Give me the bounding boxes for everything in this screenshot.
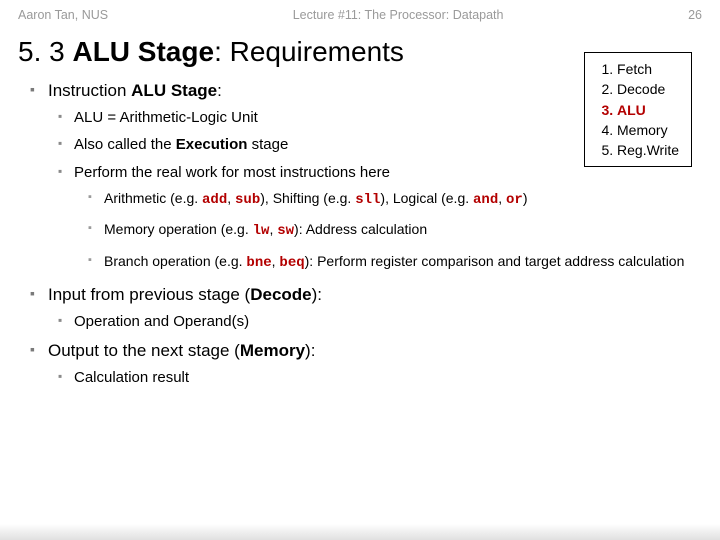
bullet-list-top: Instruction ALU Stage: ALU = Arithmetic-… bbox=[30, 80, 690, 388]
code-and: and bbox=[473, 192, 498, 208]
slide-body: Instruction ALU Stage: ALU = Arithmetic-… bbox=[0, 72, 720, 388]
code-sub: sub bbox=[235, 192, 260, 208]
subsub-branch-op: Branch operation (e.g. bne, beq): Perfor… bbox=[88, 252, 690, 274]
sub-alu-def: ALU = Arithmetic-Logic Unit bbox=[58, 108, 690, 128]
code-bne: bne bbox=[246, 255, 271, 271]
bullet-input-prev-stage: Input from previous stage (Decode): Oper… bbox=[30, 284, 690, 332]
sub-list-alu: ALU = Arithmetic-Logic Unit Also called … bbox=[48, 108, 690, 274]
code-sw: sw bbox=[277, 223, 294, 239]
header-lecture-title: Lecture #11: The Processor: Datapath bbox=[108, 8, 688, 22]
sub-operation-operands: Operation and Operand(s) bbox=[58, 312, 690, 332]
subsub-memory-op: Memory operation (e.g. lw, sw): Address … bbox=[88, 220, 690, 242]
code-beq: beq bbox=[279, 255, 304, 271]
title-prefix: 5. 3 bbox=[18, 36, 72, 67]
bullet-output-next-stage: Output to the next stage (Memory): Calcu… bbox=[30, 340, 690, 388]
header-page-number: 26 bbox=[688, 8, 702, 22]
slide-header: Aaron Tan, NUS Lecture #11: The Processo… bbox=[0, 0, 720, 26]
sub-list-output: Calculation result bbox=[48, 368, 690, 388]
bottom-shadow bbox=[0, 524, 720, 540]
code-add: add bbox=[202, 192, 227, 208]
bullet-instruction-alu-stage: Instruction ALU Stage: ALU = Arithmetic-… bbox=[30, 80, 690, 274]
sub-execution-stage: Also called the Execution stage bbox=[58, 135, 690, 155]
subsub-arithmetic: Arithmetic (e.g. add, sub), Shifting (e.… bbox=[88, 189, 690, 211]
code-lw: lw bbox=[253, 223, 270, 239]
sub-calc-result: Calculation result bbox=[58, 368, 690, 388]
stage-fetch: Fetch bbox=[617, 59, 679, 79]
title-suffix: : Requirements bbox=[214, 36, 404, 67]
slide: Aaron Tan, NUS Lecture #11: The Processo… bbox=[0, 0, 720, 540]
subsub-list-work: Arithmetic (e.g. add, sub), Shifting (e.… bbox=[74, 189, 690, 274]
code-or: or bbox=[506, 192, 523, 208]
title-bold: ALU Stage bbox=[72, 36, 214, 67]
sub-list-input: Operation and Operand(s) bbox=[48, 312, 690, 332]
sub-perform-work: Perform the real work for most instructi… bbox=[58, 163, 690, 274]
header-author: Aaron Tan, NUS bbox=[18, 8, 108, 22]
code-sll: sll bbox=[355, 192, 380, 208]
